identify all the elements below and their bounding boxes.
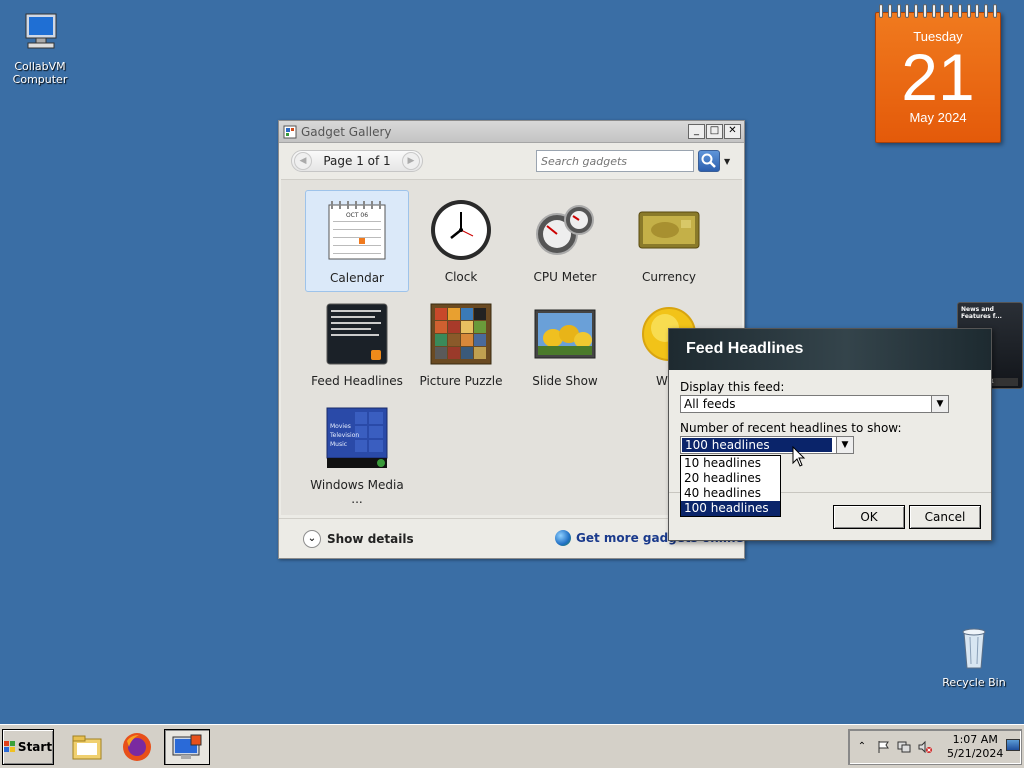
display-feed-value: All feeds: [684, 397, 736, 411]
headline-count-value: 100 headlines: [682, 438, 832, 452]
wmc-thumb-line-tv: Television: [329, 432, 359, 439]
display-feed-select[interactable]: All feeds ▼: [680, 395, 949, 413]
clock-time: 1:07 AM: [952, 733, 998, 746]
gallery-titlebar[interactable]: Gadget Gallery _ □ ✕: [279, 121, 744, 143]
taskbar: Start ⌃ 1:07 AM 5/21/2024: [0, 724, 1024, 768]
wmc-thumb-line-movies: Movies: [330, 423, 351, 430]
calendar-rings: [879, 4, 997, 18]
cpu-meter-icon: [533, 198, 597, 262]
chevron-down-icon[interactable]: ▼: [836, 437, 853, 453]
display-feed-label: Display this feed:: [680, 380, 785, 394]
start-label: Start: [17, 740, 53, 754]
show-desktop-button[interactable]: [1006, 739, 1020, 751]
ok-button[interactable]: OK: [833, 505, 905, 529]
gadget-currency[interactable]: Currency: [617, 190, 721, 292]
calendar-thumb-month: OCT 06: [346, 212, 368, 219]
dropdown-option[interactable]: 10 headlines: [681, 456, 780, 471]
mouse-cursor-icon: [792, 446, 806, 467]
computer-icon: [16, 8, 64, 56]
gallery-toolbar: ◀ Page 1 of 1 ▶ ▼: [279, 143, 744, 177]
recycle-bin-label: Recycle Bin: [942, 676, 1006, 689]
computer-label-line1: CollabVM: [14, 60, 66, 73]
maximize-button[interactable]: □: [706, 124, 723, 139]
gallery-pager: ◀ Page 1 of 1 ▶: [291, 150, 423, 172]
chevron-down-icon[interactable]: ▼: [931, 396, 948, 412]
show-details-button[interactable]: ⌄ Show details: [303, 530, 414, 548]
desktop-icon-recycle-bin[interactable]: Recycle Bin: [934, 624, 1014, 689]
search-icon: [701, 153, 716, 168]
calendar-icon: OCT 06: [325, 199, 389, 263]
gadget-gallery-icon: [172, 734, 202, 759]
prev-page-button[interactable]: ◀: [294, 152, 312, 170]
gadget-slide-show[interactable]: Slide Show: [513, 294, 617, 396]
dropdown-option[interactable]: 40 headlines: [681, 486, 780, 501]
feed-headlines-icon: [325, 302, 389, 366]
search-gadgets-input[interactable]: [536, 150, 694, 172]
gadget-label: Currency: [641, 270, 697, 284]
search-options-dropdown-icon[interactable]: ▼: [724, 157, 730, 166]
folder-icon: [72, 735, 102, 760]
gadget-calendar[interactable]: OCT 06 Calendar: [305, 190, 409, 292]
picture-puzzle-icon: [429, 302, 493, 366]
gadget-label: Clock: [444, 270, 478, 284]
windows-media-center-icon: Movies Television Music: [325, 406, 389, 470]
taskbar-firefox[interactable]: [114, 729, 160, 765]
firefox-icon: [123, 733, 151, 761]
chevron-down-icon: ⌄: [303, 530, 321, 548]
clock-date: 5/21/2024: [947, 747, 1004, 760]
currency-icon: [637, 198, 701, 262]
headline-count-select[interactable]: 100 headlines ▼: [680, 436, 854, 454]
desktop-icon-computer[interactable]: CollabVM Computer: [0, 8, 80, 86]
calendar-day: 21: [901, 40, 975, 114]
globe-icon: [555, 530, 571, 546]
gadget-cpu-meter[interactable]: CPU Meter: [513, 190, 617, 292]
volume-muted-icon[interactable]: [918, 740, 932, 754]
gadget-clock[interactable]: Clock: [409, 190, 513, 292]
next-page-button[interactable]: ▶: [402, 152, 420, 170]
feed-gadget-title: News and Features f...: [961, 306, 1002, 320]
calendar-month-year: May 2024: [909, 110, 967, 125]
gadget-picture-puzzle[interactable]: Picture Puzzle: [409, 294, 513, 396]
clock-icon: [429, 198, 493, 262]
gadget-label: Slide Show: [532, 374, 598, 388]
feed-dialog-title: Feed Headlines: [669, 329, 991, 370]
wmc-thumb-line-music: Music: [330, 441, 347, 448]
start-button[interactable]: Start: [2, 729, 54, 765]
calendar-gadget[interactable]: Tuesday 21 May 2024: [875, 4, 1001, 143]
cancel-button[interactable]: Cancel: [909, 505, 981, 529]
recycle-bin-icon: [950, 624, 998, 672]
network-icon[interactable]: [897, 740, 911, 754]
page-indicator: Page 1 of 1: [323, 154, 391, 168]
show-hidden-icons-icon[interactable]: ⌃: [855, 740, 869, 754]
headline-count-dropdown-list: 10 headlines 20 headlines 40 headlines 1…: [680, 455, 781, 517]
gadget-label: Feed Headlines: [311, 374, 403, 388]
gallery-title: Gadget Gallery: [301, 124, 392, 139]
gadget-label: CPU Meter: [533, 270, 597, 284]
gadget-gallery-icon: [283, 125, 297, 139]
show-details-label: Show details: [327, 532, 414, 546]
gadget-label: Calendar: [330, 271, 384, 285]
windows-flag-icon: [3, 741, 16, 753]
minimize-button[interactable]: _: [688, 124, 705, 139]
action-center-flag-icon[interactable]: [876, 740, 890, 754]
dropdown-option-selected[interactable]: 100 headlines: [681, 501, 780, 516]
taskbar-clock[interactable]: 1:07 AM 5/21/2024: [947, 733, 1003, 761]
gadget-feed-headlines[interactable]: Feed Headlines: [305, 294, 409, 396]
taskbar-explorer[interactable]: [64, 729, 110, 765]
system-tray: ⌃ 1:07 AM 5/21/2024: [848, 729, 1022, 765]
slide-show-icon: [533, 302, 597, 366]
computer-label-line2: Computer: [12, 73, 68, 86]
gadget-windows-media-center[interactable]: Movies Television Music Windows Media ..…: [305, 398, 409, 506]
close-button[interactable]: ✕: [724, 124, 741, 139]
gadget-label: Windows Media ...: [310, 478, 404, 506]
gadget-label: Picture Puzzle: [419, 374, 503, 388]
calendar-gadget-body: Tuesday 21 May 2024: [875, 12, 1001, 143]
dropdown-option[interactable]: 20 headlines: [681, 471, 780, 486]
headline-count-label: Number of recent headlines to show:: [680, 421, 902, 435]
taskbar-gadget-gallery[interactable]: [164, 729, 210, 765]
search-button[interactable]: [698, 150, 720, 172]
